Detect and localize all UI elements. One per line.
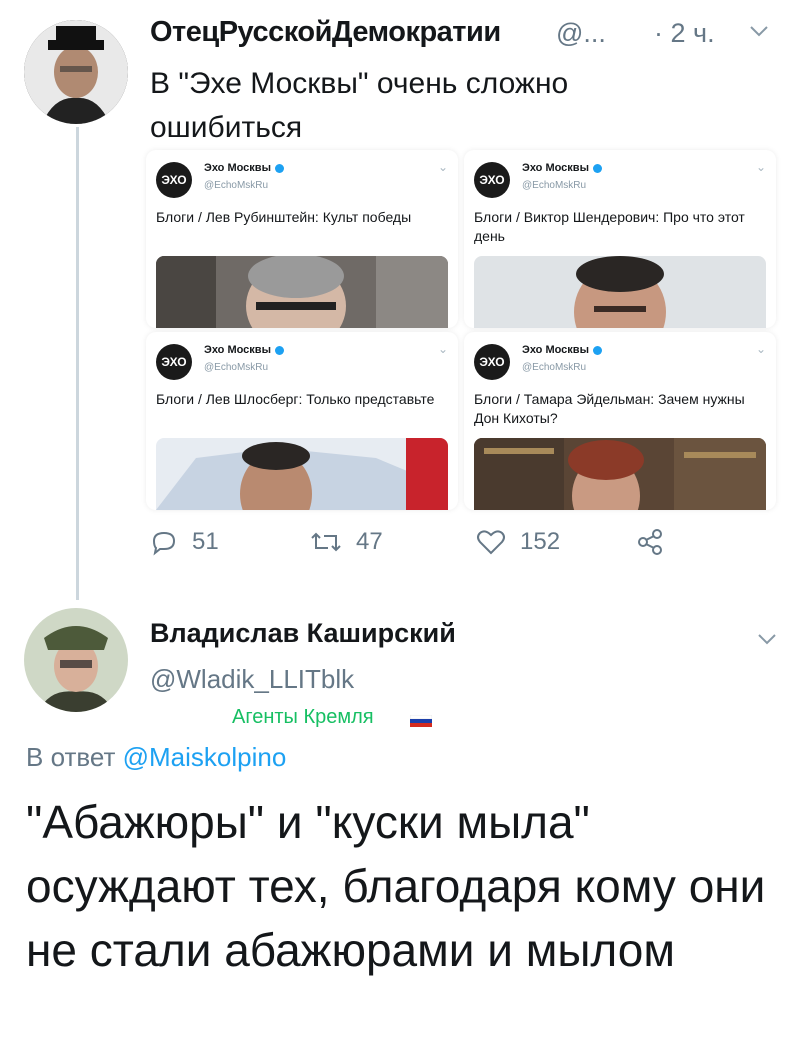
share-icon xyxy=(638,529,662,555)
card-account-name: Эхо Москвы xyxy=(522,162,602,174)
tweet-actions: 51 47 152 xyxy=(150,528,670,568)
replier-handle[interactable]: @Wladik_LLITblk xyxy=(150,664,354,695)
card-account-name: Эхо Москвы xyxy=(204,344,284,356)
chevron-down-icon[interactable] xyxy=(748,20,770,47)
list-tag: Агенты Кремля xyxy=(232,706,374,728)
chevron-down-icon[interactable]: ⌄ xyxy=(438,342,448,356)
reply-icon xyxy=(152,531,176,556)
card-account-handle: @EchoMskRu xyxy=(522,362,587,373)
author-display-name[interactable]: ОтецРусскойДемократии xyxy=(150,16,501,49)
reply-context: В ответ @Maiskolpino xyxy=(26,742,286,773)
card-thumbnail xyxy=(474,256,766,328)
card-text: Блоги / Лев Шлосберг: Только представьте xyxy=(156,391,435,407)
like-count: 152 xyxy=(520,528,561,555)
quoted-tweet-card[interactable]: ЭХО Эхо Москвы @EchoMskRu ⌄ Блоги / Лев … xyxy=(146,150,458,328)
retweet-icon xyxy=(311,532,341,552)
echo-logo-icon: ЭХО xyxy=(474,162,510,198)
heart-icon xyxy=(477,530,505,555)
chevron-down-icon[interactable]: ⌄ xyxy=(756,160,766,174)
reply-prefix: В ответ xyxy=(26,742,116,772)
chevron-down-icon[interactable]: ⌄ xyxy=(438,160,448,174)
reply-count: 51 xyxy=(192,528,219,555)
card-thumbnail xyxy=(156,438,448,510)
card-text: Блоги / Виктор Шендерович: Про что этот … xyxy=(474,209,745,244)
card-text: Блоги / Тамара Эйдельман: Зачем нужны До… xyxy=(474,391,745,426)
reply-button[interactable]: 51 xyxy=(150,528,219,556)
echo-logo-icon: ЭХО xyxy=(474,344,510,380)
author-photo xyxy=(24,20,128,124)
card-account-name: Эхо Москвы xyxy=(204,162,284,174)
verified-icon xyxy=(592,163,602,173)
quoted-tweet-card[interactable]: ЭХО Эхо Москвы @EchoMskRu ⌄ Блоги / Тама… xyxy=(464,332,776,510)
quoted-tweet-card[interactable]: ЭХО Эхо Москвы @EchoMskRu ⌄ Блоги / Викт… xyxy=(464,150,776,328)
reply-tweet-text: "Абажюры" и "куски мыла" осуждают тех, б… xyxy=(26,796,766,976)
card-account-handle: @EchoMskRu xyxy=(204,362,269,373)
card-thumbnail xyxy=(156,256,448,328)
tweet-text: В "Эхе Москвы" очень сложно ошибиться xyxy=(150,67,569,144)
avatar-replier[interactable] xyxy=(24,608,128,712)
avatar-author[interactable] xyxy=(24,20,128,124)
like-button[interactable]: 152 xyxy=(476,528,560,556)
replier-photo xyxy=(24,608,128,712)
card-account-name: Эхо Москвы xyxy=(522,344,602,356)
chevron-down-icon[interactable]: ⌄ xyxy=(756,342,766,356)
card-account-handle: @EchoMskRu xyxy=(204,180,269,191)
russia-flag-icon xyxy=(409,714,433,727)
verified-icon xyxy=(274,345,284,355)
chevron-down-icon[interactable] xyxy=(756,628,778,656)
tweet-time[interactable]: · 2 ч. xyxy=(654,18,715,49)
reply-mention-link[interactable]: @Maiskolpino xyxy=(123,742,287,772)
card-thumbnail xyxy=(474,438,766,510)
echo-logo-icon: ЭХО xyxy=(156,344,192,380)
verified-icon xyxy=(274,163,284,173)
card-text: Блоги / Лев Рубинштейн: Культ победы xyxy=(156,209,412,225)
verified-icon xyxy=(592,345,602,355)
author-handle[interactable]: @... xyxy=(556,18,606,49)
card-account-handle: @EchoMskRu xyxy=(522,180,587,191)
echo-logo-icon: ЭХО xyxy=(156,162,192,198)
retweet-count: 47 xyxy=(356,528,383,555)
retweet-button[interactable]: 47 xyxy=(310,528,383,556)
quoted-tweets-grid: ЭХО Эхо Москвы @EchoMskRu ⌄ Блоги / Лев … xyxy=(146,150,776,510)
replier-display-name[interactable]: Владислав Каширский xyxy=(150,618,456,649)
quoted-tweet-card[interactable]: ЭХО Эхо Москвы @EchoMskRu ⌄ Блоги / Лев … xyxy=(146,332,458,510)
share-button[interactable] xyxy=(636,528,664,556)
thread-line xyxy=(76,127,79,600)
